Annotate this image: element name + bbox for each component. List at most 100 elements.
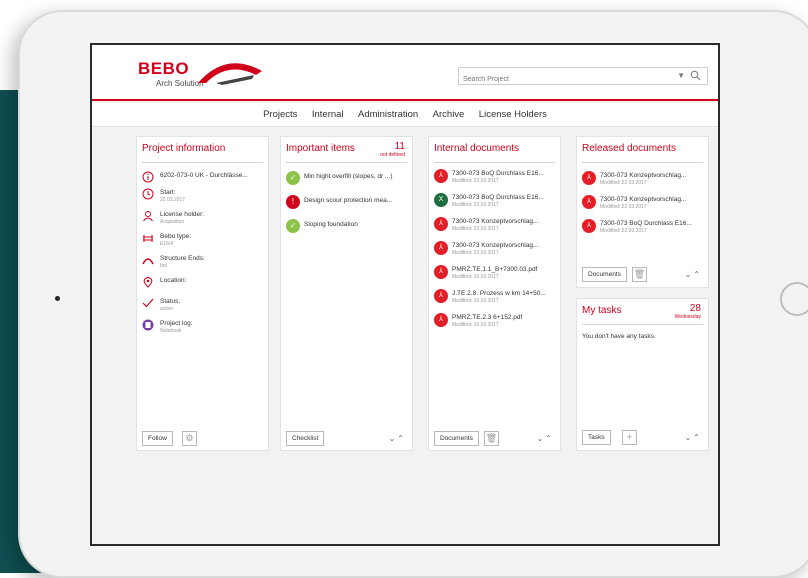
doc-modified: Modified: 22.03.2017: [600, 180, 647, 186]
doc-modified: Modified: 22.03.2017: [452, 202, 499, 208]
pdf-icon: ⅄: [434, 289, 448, 303]
nav-item-license-holders[interactable]: License Holders: [479, 109, 547, 120]
info-value: E16/4: [160, 241, 174, 247]
info-label: Bebo type:: [160, 233, 192, 240]
trash-icon[interactable]: 🗑: [632, 267, 647, 282]
doc-name: 7300-073 Konzeptvorschlag...: [600, 196, 687, 203]
pdf-icon: ⅄: [582, 195, 596, 209]
count-caption: Wednesday: [674, 314, 701, 320]
main-nav: Projects Internal Administration Archive…: [92, 103, 718, 127]
follow-button[interactable]: Follow: [142, 431, 173, 446]
info-label: Project log:: [160, 320, 193, 327]
project-information-card: Project information 6202-073-0 UK - Durc…: [136, 136, 269, 451]
arch-icon: [142, 258, 154, 265]
doc-name: 7300-073 Konzeptvorschlag...: [452, 242, 539, 249]
home-button[interactable]: [780, 282, 808, 316]
excel-icon: X: [434, 193, 448, 207]
chevron-up-down-icon[interactable]: ⌄⌃: [389, 434, 406, 443]
chevron-up-down-icon[interactable]: ⌄⌃: [685, 433, 702, 442]
items-count: 11 not defined: [380, 141, 405, 158]
chevron-up-down-icon[interactable]: ⌄⌃: [685, 270, 702, 279]
doc-modified: Modified: 22.03.2017: [452, 250, 499, 256]
card-title: Internal documents: [434, 143, 520, 154]
divider: [582, 324, 703, 325]
item-label: Min hight overfill (slopes, dr ...): [304, 173, 393, 180]
person-icon: [143, 211, 153, 222]
divider: [434, 162, 555, 163]
card-title: Project information: [142, 143, 226, 154]
info-label: Status:: [160, 298, 181, 305]
doc-name: PMRZ.TE.1.1_B+7300.03.pdf: [452, 266, 538, 273]
notebook-icon: [142, 319, 154, 331]
divider: [582, 162, 703, 163]
structure-icon: [143, 235, 153, 242]
item-label: Sloping foundation: [304, 221, 358, 228]
tasks-count: 28 Wednesday: [675, 303, 701, 320]
chevron-up-down-icon[interactable]: ⌄⌃: [537, 434, 554, 443]
count-number: 28: [689, 303, 701, 314]
info-value: active: [160, 306, 174, 312]
doc-modified: Modified: 22.03.2017: [600, 204, 647, 210]
brand-logo[interactable]: BEBO Arch Solution: [138, 57, 268, 93]
doc-modified: Modified: 22.03.2017: [452, 226, 499, 232]
documents-button[interactable]: Documents: [582, 267, 627, 282]
info-value: Acquisition: [160, 219, 185, 225]
search-icon[interactable]: [690, 70, 701, 81]
important-items-card: Important items 11 not defined ✓ Min hig…: [280, 136, 413, 451]
card-title: Released documents: [582, 143, 676, 154]
info-label: Structure Ends:: [160, 255, 205, 262]
check-icon: [142, 298, 154, 308]
documents-button[interactable]: Documents: [434, 431, 479, 446]
pdf-icon: ⅄: [434, 313, 448, 327]
info-icon: [142, 171, 154, 183]
info-value[interactable]: Notebook: [160, 328, 193, 334]
doc-name: 7300-073 BoQ Durchlass E16...: [452, 170, 544, 177]
doc-name: J.TE.2.8. Prozess w km 14+50...: [452, 290, 546, 297]
nav-item-administration[interactable]: Administration: [358, 109, 418, 120]
divider: [142, 162, 263, 163]
location-icon: [143, 277, 153, 288]
brand-name: BEBO: [138, 59, 190, 78]
empty-tasks-message: You don't have any tasks.: [582, 333, 656, 340]
nav-item-projects[interactable]: Projects: [263, 109, 297, 120]
doc-modified: Modified: 16.03.2017: [452, 298, 499, 304]
count-number: 11: [394, 141, 405, 152]
card-title: Important items: [286, 143, 355, 154]
camera-dot: [55, 296, 60, 301]
divider: [286, 162, 407, 163]
info-label: Location:: [160, 277, 187, 284]
info-label: License holder:: [160, 211, 205, 218]
pdf-icon: ⅄: [434, 265, 448, 279]
item-label: Design scour protection mea...: [304, 197, 393, 204]
search-box[interactable]: ▼: [458, 67, 708, 88]
clock-icon: [142, 188, 154, 200]
doc-modified: Modified: 16.03.2017: [452, 322, 499, 328]
checklist-button[interactable]: Checklist: [286, 431, 325, 446]
count-caption: not defined: [380, 152, 405, 158]
doc-name: 7300-073 Konzeptvorschlag...: [452, 218, 539, 225]
trash-icon[interactable]: 🗑: [484, 431, 499, 446]
search-input[interactable]: [459, 71, 649, 88]
settings-gear-icon[interactable]: ⚙: [182, 431, 197, 446]
doc-name: 7300-073 BoQ Durchlass E16...: [452, 194, 544, 201]
nav-item-archive[interactable]: Archive: [433, 109, 465, 120]
pdf-icon: ⅄: [582, 171, 596, 185]
doc-modified: Modified: 22.03.2017: [600, 228, 647, 234]
doc-modified: Modified: 22.03.2017: [452, 178, 499, 184]
info-label: Start:: [160, 189, 176, 196]
check-circle-icon: ✓: [286, 171, 300, 185]
info-value: Ibd: [160, 263, 167, 269]
pdf-icon: ⅄: [582, 219, 596, 233]
internal-documents-card: Internal documents ⅄ 7300-073 BoQ Durchl…: [428, 136, 561, 451]
doc-name: PMRZ.TE.2.3 6+152.pdf: [452, 314, 523, 321]
nav-item-internal[interactable]: Internal: [312, 109, 344, 120]
pdf-icon: ⅄: [434, 217, 448, 231]
info-label: 6202-073-0 UK - Durchlässe...: [160, 172, 248, 179]
check-circle-icon: ✓: [286, 219, 300, 233]
pdf-icon: ⅄: [434, 169, 448, 183]
warning-icon: !: [286, 195, 300, 209]
tasks-button[interactable]: Tasks: [582, 430, 611, 445]
add-task-icon[interactable]: +: [622, 430, 637, 445]
dropdown-arrow-icon[interactable]: ▼: [677, 71, 685, 80]
card-title: My tasks: [582, 305, 622, 316]
